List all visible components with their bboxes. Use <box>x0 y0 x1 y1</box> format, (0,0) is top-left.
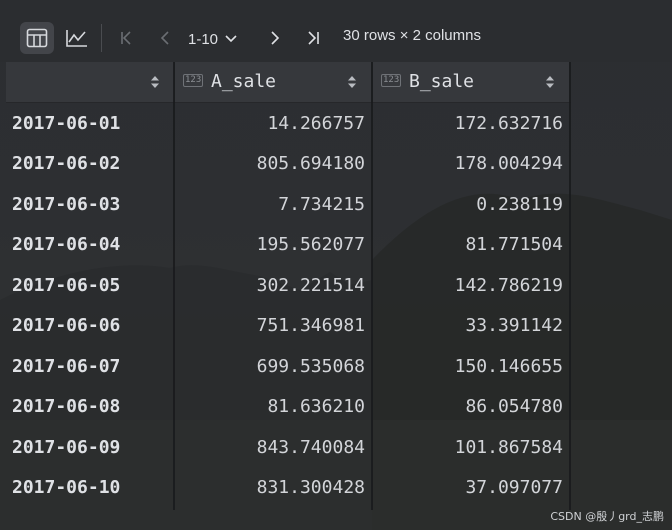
cell-b-sale[interactable]: 178.004294 <box>373 144 563 184</box>
row-index: 2017-06-01 <box>12 113 121 134</box>
last-page-button[interactable] <box>300 25 326 51</box>
sort-icon[interactable] <box>347 75 357 89</box>
last-page-icon <box>308 31 319 45</box>
column-name: B_sale <box>409 71 475 92</box>
table-row[interactable]: 2017-06-03 7.734215 0.238119 <box>6 185 571 225</box>
cell-b-sale[interactable]: 86.054780 <box>373 387 563 427</box>
sort-icon[interactable] <box>545 75 555 89</box>
next-page-button[interactable] <box>262 25 288 51</box>
cell-b-sale[interactable]: 33.391142 <box>373 306 563 346</box>
cell-b-sale[interactable]: 81.771504 <box>373 225 563 265</box>
row-index: 2017-06-07 <box>12 356 121 377</box>
cell-b-sale[interactable]: 0.238119 <box>373 185 563 225</box>
table-row[interactable]: 2017-06-02 805.694180 178.004294 <box>6 144 571 184</box>
page-range-label: 1-10 <box>188 30 219 48</box>
numeric-type-icon: 123 <box>381 74 402 87</box>
table-row[interactable]: 2017-06-05 302.221514 142.786219 <box>6 266 571 306</box>
page-range-dropdown[interactable]: 1-10 <box>188 26 238 52</box>
table-row[interactable]: 2017-06-09 843.740084 101.867584 <box>6 428 571 468</box>
cell-a-sale[interactable]: 843.740084 <box>175 428 365 468</box>
toolbar-separator <box>101 24 102 52</box>
row-index: 2017-06-05 <box>12 275 121 296</box>
header-divider <box>6 102 571 103</box>
numeric-type-icon: 123 <box>183 74 204 87</box>
column-header-b-sale[interactable]: 123 B_sale <box>373 62 569 102</box>
first-page-button[interactable] <box>114 25 140 51</box>
row-column-count: 30 rows × 2 columns <box>343 27 481 44</box>
chart-view-button[interactable] <box>60 22 94 54</box>
cell-a-sale[interactable]: 14.266757 <box>175 104 365 144</box>
cell-b-sale[interactable]: 142.786219 <box>373 266 563 306</box>
row-index: 2017-06-03 <box>12 194 121 215</box>
table-row[interactable]: 2017-06-08 81.636210 86.054780 <box>6 387 571 427</box>
sort-icon[interactable] <box>150 75 160 89</box>
table-icon <box>26 28 48 48</box>
row-index: 2017-06-06 <box>12 315 121 336</box>
row-index: 2017-06-10 <box>12 477 121 498</box>
table-row[interactable]: 2017-06-04 195.562077 81.771504 <box>6 225 571 265</box>
cell-a-sale[interactable]: 699.535068 <box>175 347 365 387</box>
table-row[interactable]: 2017-06-01 14.266757 172.632716 <box>6 104 571 144</box>
index-column-header[interactable] <box>6 62 174 102</box>
column-name: A_sale <box>211 71 277 92</box>
table-view-button[interactable] <box>20 22 54 54</box>
cell-b-sale[interactable]: 172.632716 <box>373 104 563 144</box>
line-chart-icon <box>66 30 87 47</box>
first-page-icon <box>121 31 131 45</box>
cell-a-sale[interactable]: 7.734215 <box>175 185 365 225</box>
cell-b-sale[interactable]: 150.146655 <box>373 347 563 387</box>
chevron-right-icon <box>271 31 280 45</box>
cell-a-sale[interactable]: 195.562077 <box>175 225 365 265</box>
row-index: 2017-06-04 <box>12 234 121 255</box>
prev-page-button[interactable] <box>152 25 178 51</box>
cell-b-sale[interactable]: 37.097077 <box>373 468 563 508</box>
cell-a-sale[interactable]: 751.346981 <box>175 306 365 346</box>
cell-a-sale[interactable]: 831.300428 <box>175 468 365 508</box>
toolbar: 1-10 30 rows × 2 columns <box>0 0 672 62</box>
cell-a-sale[interactable]: 81.636210 <box>175 387 365 427</box>
watermark: CSDN @殷丿grd_志鹏 <box>550 510 664 523</box>
row-index: 2017-06-09 <box>12 437 121 458</box>
row-index: 2017-06-02 <box>12 153 121 174</box>
cell-a-sale[interactable]: 302.221514 <box>175 266 365 306</box>
chevron-down-icon <box>225 35 237 43</box>
cell-b-sale[interactable]: 101.867584 <box>373 428 563 468</box>
table-row[interactable]: 2017-06-07 699.535068 150.146655 <box>6 347 571 387</box>
table-row[interactable]: 2017-06-10 831.300428 37.097077 <box>6 468 571 508</box>
table-row[interactable]: 2017-06-06 751.346981 33.391142 <box>6 306 571 346</box>
cell-a-sale[interactable]: 805.694180 <box>175 144 365 184</box>
column-header-a-sale[interactable]: 123 A_sale <box>175 62 371 102</box>
chevron-left-icon <box>160 31 169 45</box>
row-index: 2017-06-08 <box>12 396 121 417</box>
